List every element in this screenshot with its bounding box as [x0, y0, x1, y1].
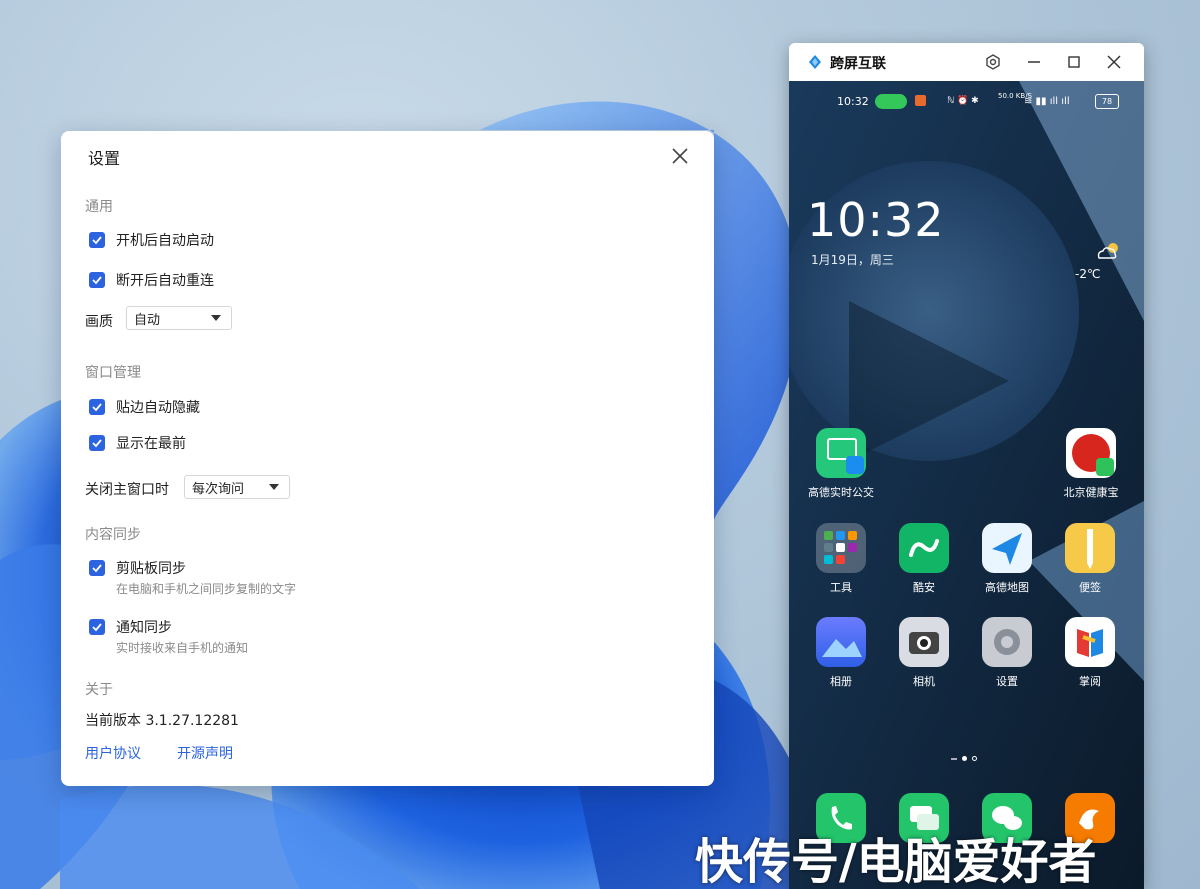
app-label: 高德实时公交 — [808, 486, 874, 499]
page-indicator — [951, 756, 977, 761]
close-behavior-label: 关闭主窗口时 — [85, 482, 169, 498]
maximize-icon[interactable] — [1064, 52, 1084, 72]
battery-icon: 78 — [1095, 94, 1119, 109]
lockscreen-clock: 10:32 — [807, 193, 945, 247]
user-agreement-link[interactable]: 用户协议 — [85, 743, 141, 763]
close-behavior-select[interactable]: 每次询问 — [184, 475, 290, 499]
battery-level: 78 — [1101, 97, 1113, 106]
map-app-icon — [982, 523, 1032, 573]
reader-app-icon — [1065, 617, 1115, 667]
wifi-signal-icon: ≋ ▮▮ ıll ıll — [1024, 96, 1070, 107]
checkbox-checked-icon[interactable] — [89, 619, 105, 635]
section-sync: 内容同步 — [85, 527, 141, 543]
autostart-checkbox-row[interactable]: 开机后自动启动 — [89, 230, 214, 250]
clipboard-description: 在电脑和手机之间同步复制的文字 — [116, 582, 297, 596]
section-about: 关于 — [85, 682, 113, 698]
close-icon[interactable] — [1104, 52, 1124, 72]
tools-folder-icon — [816, 523, 866, 573]
app-label: 北京健康宝 — [1063, 486, 1119, 499]
checkbox-checked-icon[interactable] — [89, 232, 105, 248]
checkbox-checked-icon[interactable] — [89, 399, 105, 415]
quality-value: 自动 — [134, 312, 161, 328]
window-title: 跨屏互联 — [830, 56, 886, 72]
quality-label: 画质 — [85, 314, 113, 330]
watermark-text: 快传号/电脑爱好者 — [695, 834, 1097, 889]
notify-label: 通知同步 — [116, 620, 172, 636]
notify-checkbox-row[interactable]: 通知同步 — [89, 617, 172, 637]
app-gallery[interactable]: 相册 — [799, 617, 883, 689]
app-gaode-map[interactable]: 高德地图 — [965, 523, 1049, 595]
app-tools-folder[interactable]: 工具 — [799, 523, 883, 595]
notify-description: 实时接收来自手机的通知 — [116, 641, 249, 655]
app-settings[interactable]: 设置 — [965, 617, 1049, 689]
cloudy-weather-icon — [1097, 243, 1118, 259]
minimize-icon[interactable] — [1024, 52, 1044, 72]
autohide-label: 贴边自动隐藏 — [116, 400, 200, 416]
gallery-icon — [816, 617, 866, 667]
desktop: 设置 通用 开机后自动启动 断开后自动重连 画质 自动 窗口管理 贴边自动隐藏 … — [0, 0, 1200, 889]
checkbox-checked-icon[interactable] — [89, 272, 105, 288]
close-icon[interactable] — [667, 143, 693, 169]
notification-icon — [915, 95, 926, 106]
app-label: 工具 — [830, 581, 852, 594]
dropdown-arrow-icon — [211, 315, 221, 321]
coolapk-icon — [899, 523, 949, 573]
app-notes[interactable]: 便签 — [1048, 523, 1132, 595]
weather-temp: -2℃ — [1075, 267, 1101, 281]
status-time: 10:32 — [837, 95, 869, 108]
app-label: 相册 — [830, 675, 852, 688]
autohide-checkbox-row[interactable]: 贴边自动隐藏 — [89, 397, 200, 417]
app-label: 便签 — [1079, 581, 1101, 594]
app-camera[interactable]: 相机 — [882, 617, 966, 689]
dialog-title: 设置 — [88, 149, 121, 168]
section-general: 通用 — [85, 199, 113, 215]
notes-app-icon — [1065, 523, 1115, 573]
phone-mirror-window: 跨屏互联 10:32 ℕ ⏰ ✱ 50.0 KB/S ≋ ▮▮ ıll ıll … — [789, 43, 1144, 889]
clipboard-label: 剪贴板同步 — [116, 561, 186, 577]
lockscreen-date: 1月19日，周三 — [811, 253, 894, 267]
quality-select[interactable]: 自动 — [126, 306, 232, 330]
settings-gear-icon[interactable] — [983, 52, 1003, 72]
status-icons: ℕ ⏰ ✱ — [947, 96, 979, 106]
open-source-link[interactable]: 开源声明 — [177, 743, 233, 763]
health-app-icon — [1066, 428, 1116, 478]
app-label: 设置 — [996, 675, 1018, 688]
settings-gear-icon — [982, 617, 1032, 667]
app-gaode-bus[interactable]: 高德实时公交 — [799, 428, 883, 500]
cast-indicator-icon — [875, 94, 907, 109]
checkbox-checked-icon[interactable] — [89, 435, 105, 451]
clipboard-checkbox-row[interactable]: 剪贴板同步 — [89, 558, 186, 578]
camera-icon — [899, 617, 949, 667]
app-coolapk[interactable]: 酷安 — [882, 523, 966, 595]
app-label: 相机 — [913, 675, 935, 688]
bus-app-icon — [816, 428, 866, 478]
ontop-checkbox-row[interactable]: 显示在最前 — [89, 433, 186, 453]
reconnect-label: 断开后自动重连 — [116, 273, 214, 289]
dropdown-arrow-icon — [269, 484, 279, 490]
app-zhangyue[interactable]: 掌阅 — [1048, 617, 1132, 689]
section-window: 窗口管理 — [85, 365, 141, 381]
app-label: 掌阅 — [1079, 675, 1101, 688]
close-behavior-value: 每次询问 — [192, 481, 245, 497]
settings-dialog: 设置 通用 开机后自动启动 断开后自动重连 画质 自动 窗口管理 贴边自动隐藏 … — [61, 131, 714, 786]
window-titlebar[interactable]: 跨屏互联 — [789, 43, 1144, 81]
app-beijing-health[interactable]: 北京健康宝 — [1049, 428, 1133, 500]
ontop-label: 显示在最前 — [116, 436, 186, 452]
reconnect-checkbox-row[interactable]: 断开后自动重连 — [89, 270, 214, 290]
checkbox-checked-icon[interactable] — [89, 560, 105, 576]
phone-screen[interactable]: 10:32 ℕ ⏰ ✱ 50.0 KB/S ≋ ▮▮ ıll ıll 78 10… — [789, 81, 1144, 889]
version-text: 当前版本 3.1.27.12281 — [85, 713, 239, 729]
autostart-label: 开机后自动启动 — [116, 233, 214, 249]
app-label: 高德地图 — [985, 581, 1029, 594]
app-logo-icon — [809, 55, 821, 69]
app-label: 酷安 — [913, 581, 935, 594]
